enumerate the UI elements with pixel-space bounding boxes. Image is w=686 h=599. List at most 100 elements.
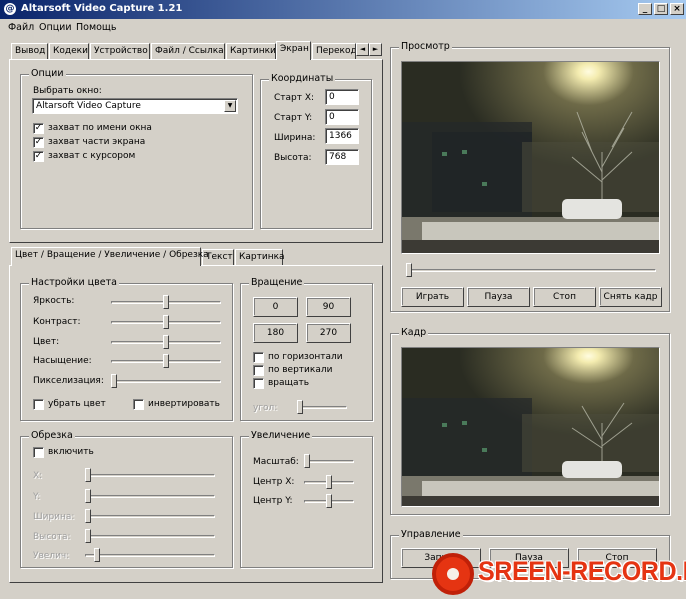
height-field[interactable]: 768	[325, 149, 359, 165]
rotation-group-title: Вращение	[249, 277, 305, 288]
select-window-label: Выбрать окно:	[33, 86, 102, 96]
remove-color-label: убрать цвет	[48, 399, 106, 409]
preview-group-title: Просмотр	[399, 41, 452, 52]
rotate-0-button[interactable]: 0	[253, 297, 298, 317]
play-button[interactable]: Играть	[401, 287, 464, 307]
select-window-combobox[interactable]: Altarsoft Video Capture ▼	[32, 98, 238, 114]
night-street-image	[402, 62, 659, 253]
pause-button[interactable]: Пауза	[467, 287, 530, 307]
rotate-checkbox[interactable]	[253, 378, 264, 389]
night-street-snapshot-image	[402, 348, 659, 506]
width-field[interactable]: 1366	[325, 128, 359, 144]
zoom-group-title: Увеличение	[249, 430, 313, 441]
tab-color-rotation-zoom-crop[interactable]: Цвет / Вращение / Увеличение / Обрезка	[11, 247, 209, 266]
watermark-record-inner-icon	[444, 565, 462, 583]
color-label: Цвет:	[33, 337, 60, 347]
center-x-label: Центр X:	[253, 477, 295, 487]
contrast-label: Контраст:	[33, 317, 81, 327]
crop-zoom-slider[interactable]	[85, 548, 215, 562]
flip-vertical-label: по вертикали	[268, 365, 333, 375]
pixelization-label: Пикселизация:	[33, 376, 104, 386]
title-bar: @ Altarsoft Video Capture 1.21 _ □ ×	[0, 0, 686, 19]
tab-codecs[interactable]: Кодеки	[49, 43, 89, 59]
frame-group-title: Кадр	[399, 327, 429, 338]
center-y-slider[interactable]	[304, 494, 354, 508]
crop-enable-label: включить	[48, 447, 94, 457]
coordinates-group-title: Координаты	[269, 73, 336, 84]
close-button[interactable]: ×	[670, 3, 684, 15]
scale-slider[interactable]	[304, 454, 354, 468]
tab-image[interactable]: Картинка	[235, 249, 285, 265]
center-y-label: Центр Y:	[253, 496, 293, 506]
crop-zoom-label: Увелич:	[33, 551, 70, 561]
angle-slider[interactable]	[297, 400, 347, 414]
take-snapshot-button[interactable]: Снять кадр	[599, 287, 662, 307]
capture-with-cursor-checkbox[interactable]: ✓	[33, 151, 44, 162]
menu-help[interactable]: Помощь	[76, 22, 116, 33]
maximize-button[interactable]: □	[654, 3, 668, 15]
crop-height-slider[interactable]	[85, 529, 215, 543]
pixelization-slider[interactable]	[111, 374, 221, 388]
rotate-90-button[interactable]: 90	[306, 297, 351, 317]
brightness-label: Яркость:	[33, 296, 75, 306]
scale-label: Масштаб:	[253, 457, 299, 467]
options-group-title: Опции	[29, 68, 66, 79]
crop-x-slider[interactable]	[85, 468, 215, 482]
app-logo-icon: @	[4, 3, 16, 15]
tab-pictures[interactable]: Картинки	[226, 43, 276, 59]
capture-by-window-name-label: захват по имени окна	[48, 123, 152, 133]
start-x-field[interactable]: 0	[325, 89, 359, 105]
flip-vertical-checkbox[interactable]	[253, 365, 264, 376]
brightness-slider[interactable]	[111, 295, 221, 309]
stop-button[interactable]: Стоп	[533, 287, 596, 307]
rotate-label: вращать	[268, 378, 310, 388]
crop-height-label: Высота:	[33, 532, 71, 542]
start-x-label: Старт X:	[274, 93, 315, 103]
window-title: Altarsoft Video Capture 1.21	[21, 3, 183, 14]
tab-output[interactable]: Вывод	[11, 43, 48, 59]
crop-y-slider[interactable]	[85, 489, 215, 503]
center-x-slider[interactable]	[304, 475, 354, 489]
capture-with-cursor-label: захват с курсором	[48, 151, 136, 161]
frame-image	[401, 347, 660, 507]
tab-transcode[interactable]: Перекодк	[312, 43, 356, 59]
angle-label: угол:	[253, 403, 278, 413]
crop-y-label: Y:	[33, 492, 41, 502]
watermark-text: SREEN-RECORD.RU	[478, 556, 686, 586]
color-slider[interactable]	[111, 335, 221, 349]
capture-screen-part-checkbox[interactable]: ✓	[33, 137, 44, 148]
tab-file-link[interactable]: Файл / Ссылка	[151, 43, 225, 59]
control-group-title: Управление	[399, 529, 463, 540]
contrast-slider[interactable]	[111, 315, 221, 329]
flip-horizontal-label: по горизонтали	[268, 352, 343, 362]
tab-screen[interactable]: Экран	[276, 41, 311, 60]
capture-by-window-name-checkbox[interactable]: ✓	[33, 123, 44, 134]
crop-enable-checkbox[interactable]	[33, 447, 44, 458]
menu-file[interactable]: Файл	[8, 22, 34, 33]
saturation-label: Насыщение:	[33, 356, 92, 366]
crop-width-label: Ширина:	[33, 512, 75, 522]
flip-horizontal-checkbox[interactable]	[253, 352, 264, 363]
height-label: Высота:	[274, 153, 312, 163]
tab-device[interactable]: Устройство	[90, 43, 150, 59]
saturation-slider[interactable]	[111, 354, 221, 368]
remove-color-checkbox[interactable]	[33, 399, 44, 410]
preview-video	[401, 61, 660, 254]
minimize-button[interactable]: _	[638, 3, 652, 15]
crop-group-title: Обрезка	[29, 430, 75, 441]
rotate-180-button[interactable]: 180	[253, 323, 298, 343]
capture-screen-part-label: захват части экрана	[48, 137, 146, 147]
invert-checkbox[interactable]	[133, 399, 144, 410]
menu-options[interactable]: Опции	[39, 22, 72, 33]
color-settings-group-title: Настройки цвета	[29, 277, 119, 288]
start-y-field[interactable]: 0	[325, 109, 359, 125]
tab-scroll-left-icon[interactable]: ◄	[356, 43, 369, 56]
invert-label: инвертировать	[148, 399, 220, 409]
rotate-270-button[interactable]: 270	[306, 323, 351, 343]
tab-scroll-right-icon[interactable]: ►	[369, 43, 382, 56]
crop-x-label: X:	[33, 471, 43, 481]
menu-bar: Файл Опции Помощь	[0, 19, 686, 37]
crop-width-slider[interactable]	[85, 509, 215, 523]
chevron-down-icon[interactable]: ▼	[224, 100, 236, 112]
preview-position-slider[interactable]	[406, 263, 656, 277]
